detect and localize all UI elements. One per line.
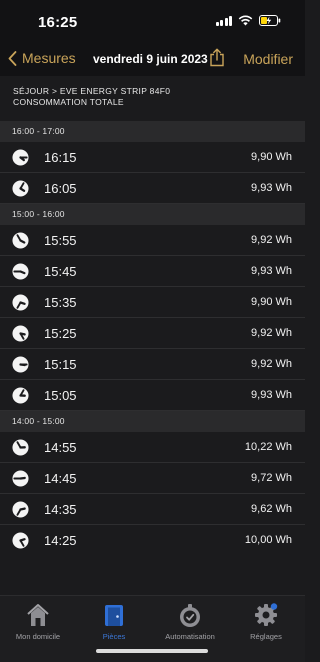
measurement-row[interactable]: 14:55 10,22 Wh: [0, 432, 305, 463]
measurement-value: 9,93 Wh: [251, 182, 292, 194]
tab-pieces[interactable]: Pièces: [76, 600, 152, 641]
chevron-left-icon: [8, 50, 17, 66]
share-icon[interactable]: [209, 48, 225, 72]
back-button[interactable]: Mesures: [8, 50, 76, 66]
clock-icon: [12, 294, 29, 311]
measurement-value: 10,22 Wh: [244, 441, 292, 453]
measurement-value: 9,62 Wh: [251, 503, 292, 515]
tab-label: Pièces: [102, 632, 126, 641]
clock-icon: [12, 232, 29, 249]
measurement-value: 10,00 Wh: [244, 534, 292, 546]
tab-automatisation[interactable]: Automatisation: [152, 600, 228, 641]
measurement-row[interactable]: 15:45 9,93 Wh: [0, 256, 305, 287]
breadcrumb-path: SÉJOUR > EVE ENERGY STRIP 84F0: [13, 86, 171, 96]
section-header: 14:00 - 15:00: [0, 411, 305, 432]
edit-button[interactable]: Modifier: [243, 51, 293, 67]
measurement-value: 9,92 Wh: [251, 234, 292, 246]
status-bar: 16:25: [0, 0, 305, 42]
gear-icon: [228, 600, 304, 628]
measurement-row[interactable]: 14:45 9,72 Wh: [0, 463, 305, 494]
clock-icon: [12, 180, 29, 197]
measurement-value: 9,92 Wh: [251, 358, 292, 370]
house-icon: [0, 600, 76, 628]
measurement-time: 15:25: [44, 326, 77, 341]
measurement-list: 16:00 - 17:00 16:15 9,90 Wh 16:05 9,93 Wh 15:…: [0, 121, 305, 556]
page-title: vendredi 9 juin 2023: [93, 52, 208, 66]
status-time: 16:25: [38, 14, 78, 31]
measurement-time: 15:35: [44, 295, 77, 310]
measurement-row[interactable]: 15:25 9,92 Wh: [0, 318, 305, 349]
measurement-value: 9,92 Wh: [251, 327, 292, 339]
section-header: 15:00 - 16:00: [0, 204, 305, 225]
measurement-row[interactable]: 15:55 9,92 Wh: [0, 225, 305, 256]
clock-icon: [12, 356, 29, 373]
measurement-time: 15:05: [44, 388, 77, 403]
measurement-time: 14:45: [44, 471, 77, 486]
tab-label: Réglages: [250, 632, 282, 641]
status-icons: [215, 15, 282, 26]
clock-icon: [12, 325, 29, 342]
measurement-time: 14:25: [44, 533, 77, 548]
clock-icon: [12, 501, 29, 518]
measurement-value: 9,90 Wh: [251, 151, 292, 163]
measurement-value: 9,93 Wh: [251, 265, 292, 277]
clock-icon: [12, 387, 29, 404]
measurement-time: 15:45: [44, 264, 77, 279]
measurement-value: 9,93 Wh: [251, 389, 292, 401]
cellular-signal-icon: [215, 15, 232, 26]
wifi-icon: [238, 15, 253, 26]
tab-mon-domicile[interactable]: Mon domicile: [0, 600, 76, 641]
clock-icon: [12, 470, 29, 487]
tab-label: Mon domicile: [15, 632, 61, 641]
clock-icon: [12, 263, 29, 280]
measurement-row[interactable]: 15:15 9,92 Wh: [0, 349, 305, 380]
clock-icon: [12, 532, 29, 549]
measurement-value: 9,72 Wh: [251, 472, 292, 484]
breadcrumb: SÉJOUR > EVE ENERGY STRIP 84F0 CONSOMMAT…: [13, 86, 170, 108]
measurement-time: 15:15: [44, 357, 77, 372]
section-header: 16:00 - 17:00: [0, 121, 305, 142]
home-indicator: [96, 649, 208, 653]
breadcrumb-subtitle: CONSOMMATION TOTALE: [13, 97, 124, 107]
measurement-time: 15:55: [44, 233, 77, 248]
measurement-row[interactable]: 15:35 9,90 Wh: [0, 287, 305, 318]
measurement-time: 16:15: [44, 150, 77, 165]
measurement-row[interactable]: 16:05 9,93 Wh: [0, 173, 305, 204]
measurement-row[interactable]: 14:35 9,62 Wh: [0, 494, 305, 525]
tab-label: Automatisation: [165, 632, 215, 641]
nav-bar: Mesures vendredi 9 juin 2023 Modifier: [0, 42, 305, 76]
measurement-row[interactable]: 14:25 10,00 Wh: [0, 525, 305, 556]
measurement-time: 14:55: [44, 440, 77, 455]
clock-icon: [12, 149, 29, 166]
back-button-label: Mesures: [22, 50, 76, 66]
measurement-row[interactable]: 15:05 9,93 Wh: [0, 380, 305, 411]
measurement-value: 9,90 Wh: [251, 296, 292, 308]
tab-bar: Mon domicile Pièces Automatisation Régla…: [0, 595, 305, 662]
measurement-time: 14:35: [44, 502, 77, 517]
automation-icon: [152, 600, 228, 628]
door-icon: [76, 600, 152, 628]
tab-reglages[interactable]: Réglages: [228, 600, 304, 641]
clock-icon: [12, 439, 29, 456]
battery-charging-icon: [259, 15, 281, 26]
measurement-time: 16:05: [44, 181, 77, 196]
measurement-row[interactable]: 16:15 9,90 Wh: [0, 142, 305, 173]
